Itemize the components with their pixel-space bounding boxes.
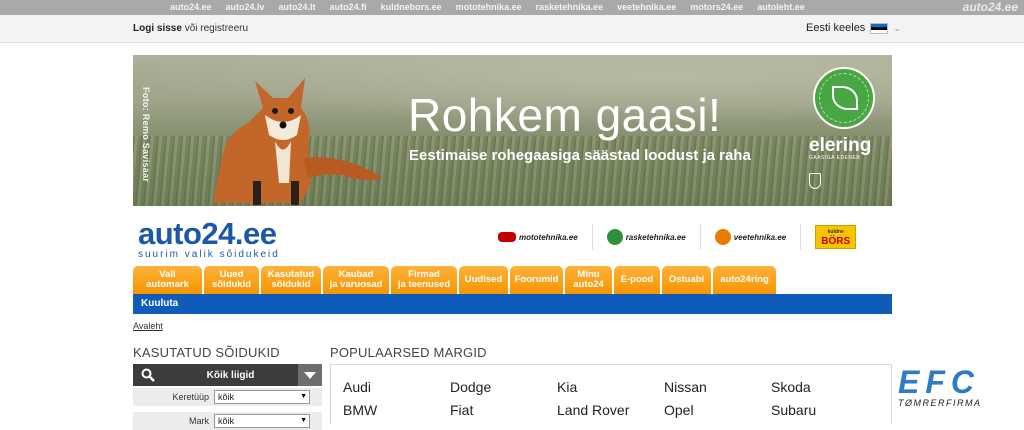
- network-link[interactable]: kuldnebors.ee: [381, 0, 456, 15]
- network-link[interactable]: motors24.ee: [690, 0, 757, 15]
- register-link[interactable]: või registreeru: [185, 23, 248, 34]
- motorcycle-icon: [498, 232, 516, 242]
- popular-brands-title: POPULAARSED MARGID: [330, 345, 487, 360]
- wave-icon: [714, 229, 731, 245]
- fox-image: [213, 78, 383, 205]
- partner-mototehnika[interactable]: mototehnika.ee: [484, 224, 593, 250]
- network-link[interactable]: autoleht.ee: [757, 0, 819, 15]
- tab-uudised[interactable]: Uudised: [459, 266, 508, 294]
- make-filter: Mark kõik: [133, 412, 322, 430]
- filter-label: Keretüüp: [172, 392, 209, 402]
- tab-auto24ring[interactable]: auto24ring: [713, 266, 776, 294]
- kuuluta-link[interactable]: Kuuluta: [141, 298, 178, 309]
- sub-nav-bar: Kuuluta: [133, 294, 892, 314]
- partner-rasketehnika[interactable]: rasketehnika.ee: [593, 224, 701, 250]
- brand-link[interactable]: BMW: [343, 402, 377, 418]
- search-icon: [133, 364, 163, 386]
- vehicle-type-selector[interactable]: Kõik liigid: [133, 364, 322, 386]
- sponsor-sub: GAASIGA EDENEB: [809, 155, 861, 161]
- partner-kuldnebors[interactable]: kuldne BÖRS: [801, 224, 870, 250]
- site-tagline: suurim valik sõidukeid: [138, 249, 280, 260]
- brand-link[interactable]: Opel: [664, 402, 694, 418]
- tab-kaubad[interactable]: Kaubad ja varuosad: [323, 266, 389, 294]
- user-bar: Logi sisse või registreeru Eesti keeles …: [0, 15, 1024, 43]
- search-section-title: KASUTATUD SÕIDUKID: [133, 345, 280, 360]
- brand-link[interactable]: Subaru: [771, 402, 816, 418]
- estonian-flag-icon: [870, 22, 889, 34]
- site-logo-text: auto24.ee: [138, 216, 277, 251]
- tab-uued-soidukid[interactable]: Uued sõidukid: [204, 266, 259, 294]
- breadcrumb-home[interactable]: Avaleht: [133, 321, 163, 331]
- tab-vali-automark[interactable]: Vali automark: [133, 266, 202, 294]
- brand-link[interactable]: Skoda: [771, 379, 811, 395]
- banner-headline: Rohkem gaasi!: [408, 89, 722, 141]
- partner-label: veetehnika.ee: [733, 232, 787, 242]
- brand-link[interactable]: Nissan: [664, 379, 707, 395]
- efc-logo: EFC: [898, 364, 980, 400]
- green-gas-badge-icon: [813, 67, 875, 129]
- login-area: Logi sisse või registreeru: [133, 23, 248, 34]
- body-type-filter: Keretüüp kõik: [133, 388, 322, 406]
- sponsor-logo: elering: [809, 135, 872, 156]
- banner-subline: Eestimaise rohegaasiga säästad loodust j…: [409, 147, 751, 164]
- network-link[interactable]: auto24.lt: [279, 0, 330, 15]
- brand-link[interactable]: Audi: [343, 379, 371, 395]
- partner-label: rasketehnika.ee: [625, 232, 686, 242]
- brand-link[interactable]: Kia: [557, 379, 577, 395]
- ad-banner[interactable]: Foto: Remo Savisaar Rohkem gaasi! Eestim…: [133, 55, 892, 206]
- tab-firmad[interactable]: Firmad ja teenused: [391, 266, 457, 294]
- login-link[interactable]: Logi sisse: [133, 23, 182, 34]
- make-select[interactable]: kõik: [214, 414, 310, 428]
- popular-brands-list: Audi Dodge Kia Nissan Skoda BMW Fiat Lan…: [330, 364, 892, 424]
- tab-e-pood[interactable]: E-pood: [614, 266, 660, 294]
- language-label: Eesti keeles: [806, 22, 866, 34]
- crest-icon: [809, 173, 821, 189]
- photo-credit: Foto: Remo Savisaar: [141, 87, 151, 183]
- partner-label: mototehnika.ee: [519, 232, 578, 242]
- network-link[interactable]: veetehnika.ee: [617, 0, 690, 15]
- network-bar: auto24.ee auto24.lv auto24.lt auto24.fi …: [0, 0, 1024, 15]
- network-link[interactable]: rasketehnika.ee: [536, 0, 618, 15]
- chevron-down-icon[interactable]: [298, 364, 322, 386]
- network-link[interactable]: auto24.lv: [226, 0, 279, 15]
- tab-minu-auto24[interactable]: Minu auto24: [565, 266, 612, 294]
- vehicle-type-label: Kõik liigid: [206, 369, 255, 381]
- brand-link[interactable]: Fiat: [450, 402, 473, 418]
- partner-links: mototehnika.ee rasketehnika.ee veetehnik…: [484, 224, 870, 250]
- body-type-select[interactable]: kõik: [214, 390, 310, 404]
- tab-kasutatud-soidukid[interactable]: Kasutatud sõidukid: [261, 266, 321, 294]
- gear-icon: [606, 229, 623, 245]
- tab-foorumid[interactable]: Foorumid: [510, 266, 563, 294]
- efc-tagline: TØMRERFIRMA: [898, 398, 982, 408]
- brand-link[interactable]: Land Rover: [557, 402, 629, 418]
- side-ad-efc[interactable]: EFC TØMRERFIRMA: [898, 364, 1010, 408]
- brand-link[interactable]: Dodge: [450, 379, 491, 395]
- chevron-down-icon: ⌄: [893, 22, 901, 33]
- network-link[interactable]: mototehnika.ee: [456, 0, 536, 15]
- network-link[interactable]: auto24.fi: [330, 0, 381, 15]
- partner-veetehnika[interactable]: veetehnika.ee: [701, 224, 802, 250]
- kuldne-bors-logo: kuldne BÖRS: [815, 225, 857, 249]
- main-nav-tabs: Vali automark Uued sõidukid Kasutatud sõidu…: [133, 266, 776, 294]
- network-links: auto24.ee auto24.lv auto24.lt auto24.fi …: [170, 0, 819, 15]
- ministry-logo: [809, 171, 879, 193]
- site-logo[interactable]: auto24.ee suurim valik sõidukeid: [138, 216, 280, 261]
- network-link[interactable]: auto24.ee: [170, 0, 226, 15]
- language-selector[interactable]: Eesti keeles ⌄: [806, 22, 901, 34]
- filter-label: Mark: [189, 416, 209, 426]
- network-brand-logo[interactable]: auto24.ee: [963, 0, 1018, 15]
- tab-ostuabi[interactable]: Ostuabi: [662, 266, 711, 294]
